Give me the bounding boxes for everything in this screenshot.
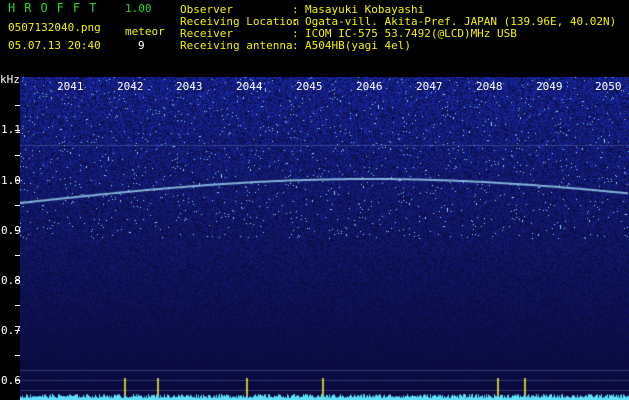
x-tick-label: 2050 [595,80,622,93]
y-tick [15,330,20,331]
x-tick-label: 2049 [536,80,563,93]
y-tick [15,380,20,381]
y-tick [15,205,20,206]
antenna-key: Receiving antenna [180,39,293,52]
x-tick-label: 2043 [176,80,203,93]
x-tick-label: 2048 [476,80,503,93]
antenna-value: A504HB(yagi 4el) [305,39,411,52]
x-tick-label: 2046 [356,80,383,93]
spectrogram [20,77,629,400]
y-tick [15,130,20,131]
y-tick [15,155,20,156]
y-tick [15,230,20,231]
x-tick-label: 2041 [57,80,84,93]
y-tick [15,305,20,306]
filename-label: 0507132040.png [8,21,101,34]
info-colons: : : : : [292,4,299,52]
x-tick-label: 2044 [236,80,263,93]
meteor-label: meteor [125,25,165,38]
meteor-count: 9 [138,39,145,52]
info-keys: Observer Receiving Location Receiver Rec… [180,4,299,52]
version-label: 1.00 [125,2,152,15]
hrofft-logo: HROFFT [8,1,106,15]
y-tick [15,355,20,356]
info-values: Masayuki Kobayashi Ogata-vill. Akita-Pre… [305,4,616,52]
x-tick-label: 2047 [416,80,443,93]
y-tick [15,280,20,281]
datetime-label: 05.07.13 20:40 [8,39,101,52]
khz-unit-label: kHz [0,73,20,86]
y-tick [15,180,20,181]
x-tick-label: 2042 [117,80,144,93]
y-tick [15,255,20,256]
y-tick [15,105,20,106]
colon: : [292,39,299,52]
x-tick-label: 2045 [296,80,323,93]
